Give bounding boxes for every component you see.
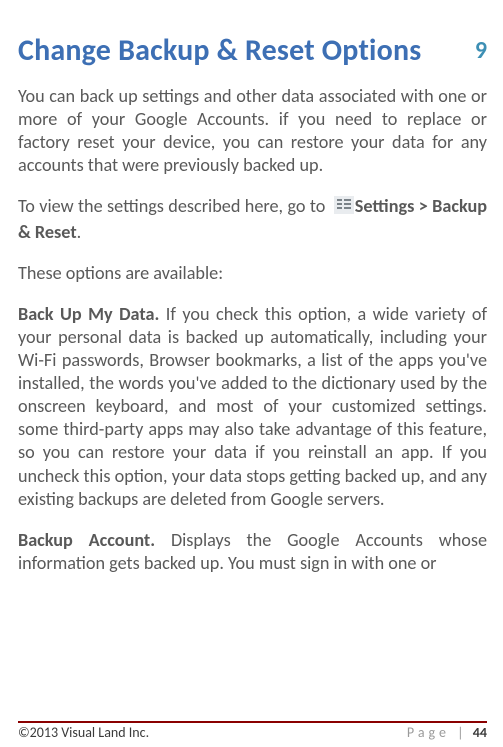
footer: ©2013 Visual Land Inc. Page | 44	[18, 721, 487, 743]
nav-instruction-prefix: To view the settings described here, go …	[18, 195, 330, 217]
intro-paragraph: You can back up settings and other data …	[18, 85, 487, 177]
footer-copyright: ©2013 Visual Land Inc.	[18, 724, 149, 741]
chapter-number: 9	[475, 36, 487, 65]
options-intro: These options are available:	[18, 262, 487, 285]
option-label: Back Up My Data.	[18, 303, 159, 325]
nav-instruction: To view the settings described here, go …	[18, 195, 487, 243]
footer-page-word: Page	[407, 724, 450, 741]
nav-instruction-suffix: .	[77, 221, 82, 243]
option-backup-my-data: Back Up My Data. If you check this optio…	[18, 303, 487, 511]
option-body: If you check this option, a wide variety…	[18, 303, 487, 510]
footer-page-number: 44	[473, 724, 487, 741]
option-label: Backup Account.	[18, 529, 155, 551]
option-backup-account: Backup Account. Displays the Google Acco…	[18, 529, 487, 575]
page-title: Change Backup & Reset Options	[18, 34, 487, 67]
footer-separator: |	[457, 724, 463, 741]
footer-page: Page | 44	[407, 724, 487, 741]
settings-icon	[334, 196, 354, 220]
